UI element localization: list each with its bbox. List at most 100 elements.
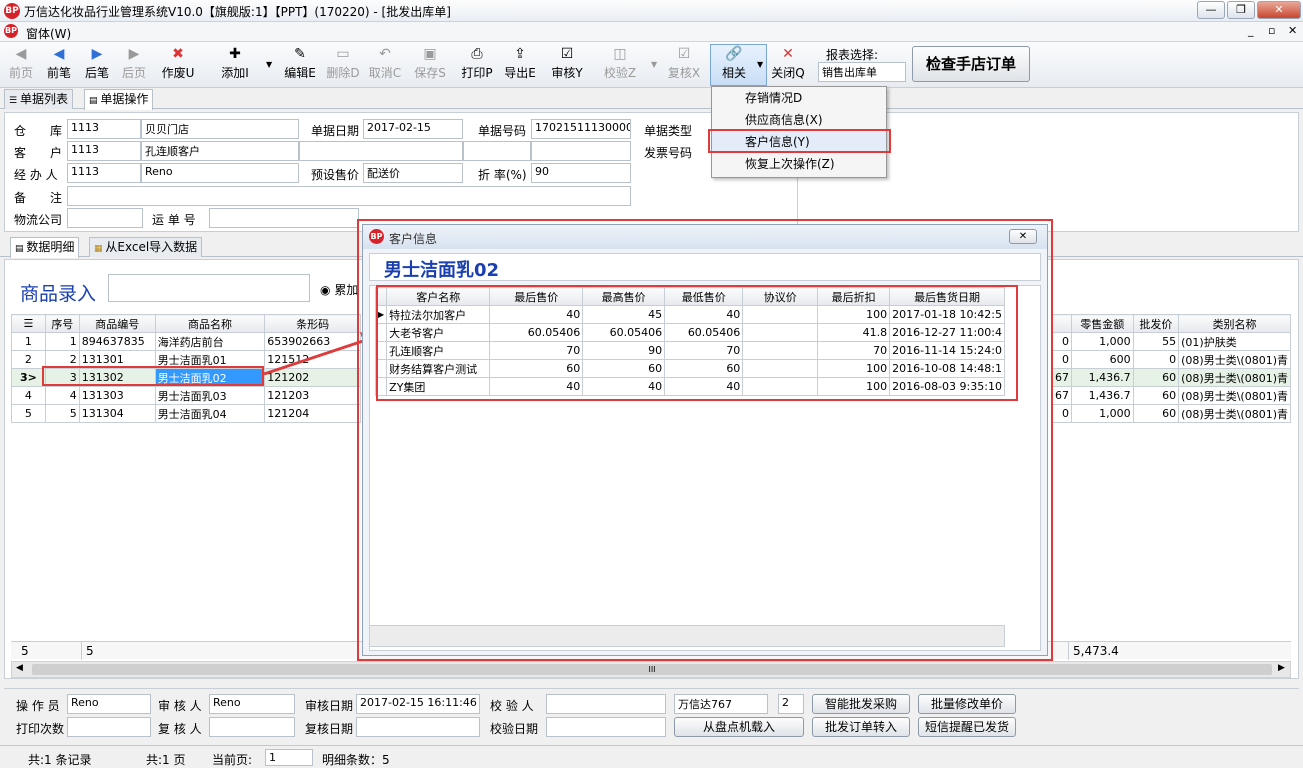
grid-header-wholesale[interactable]: 批发价 [1132, 314, 1180, 333]
cell-category[interactable]: (08)男士类\(0801)青 [1178, 350, 1291, 369]
related-dropdown-arrow-icon[interactable]: ▼ [757, 60, 763, 69]
cell-wholesale[interactable]: 55 [1132, 332, 1180, 351]
table-row[interactable]: 0 1,000 60 (08)男士类\(0801)青 [1052, 404, 1291, 423]
agent-name[interactable]: Reno [141, 163, 299, 183]
cell-seq[interactable]: 1 [44, 332, 80, 351]
customer-extra-3[interactable] [531, 141, 631, 161]
cell-marker[interactable]: 2 [11, 350, 46, 369]
checker-input[interactable] [546, 694, 666, 714]
table-row[interactable]: 67 1,436.7 60 (08)男士类\(0801)青 [1052, 368, 1291, 387]
cell-wholesale[interactable]: 60 [1132, 368, 1180, 387]
next-record-button[interactable]: ▶ 后笔 [80, 44, 114, 86]
company-input[interactable]: 万信达767 [674, 694, 768, 714]
maximize-button[interactable]: ❐ [1227, 1, 1255, 19]
cell-category[interactable]: (08)男士类\(0801)青 [1178, 404, 1291, 423]
table-row[interactable]: 0 600 0 (08)男士类\(0801)青 [1052, 350, 1291, 369]
grid-header-seq[interactable]: 序号 [44, 314, 80, 333]
cell-a[interactable]: 0 [1052, 404, 1072, 423]
cell-code[interactable]: 894637835 [78, 332, 156, 351]
cell-retail[interactable]: 600 [1071, 350, 1134, 369]
cell-marker[interactable]: 5 [11, 404, 46, 423]
cell-barcode[interactable]: 121203 [264, 386, 361, 405]
company-num-input[interactable]: 2 [778, 694, 804, 714]
table-row[interactable]: 0 1,000 55 (01)护肤类 [1052, 332, 1291, 351]
customer-extra-1[interactable] [299, 141, 463, 161]
audit-button[interactable]: ☑ 审核Y [548, 44, 586, 86]
auditor-input[interactable]: Reno [209, 694, 295, 714]
waybill-input[interactable] [209, 208, 359, 228]
cell-wholesale[interactable]: 0 [1132, 350, 1180, 369]
cell-category[interactable]: (08)男士类\(0801)青 [1178, 368, 1291, 387]
order-transfer-button[interactable]: 批发订单转入 [812, 717, 910, 737]
scroll-thumb[interactable]: III [32, 664, 1272, 675]
table-row[interactable]: 67 1,436.7 60 (08)男士类\(0801)青 [1052, 386, 1291, 405]
warehouse-code[interactable]: 1113 [67, 119, 141, 139]
cell-category[interactable]: (08)男士类\(0801)青 [1178, 386, 1291, 405]
cell-seq[interactable]: 5 [44, 404, 80, 423]
cell-a[interactable]: 67 [1052, 386, 1072, 405]
current-page-input[interactable]: 1 [265, 749, 313, 766]
customer-code[interactable]: 1113 [67, 141, 141, 161]
logistics-input[interactable] [67, 208, 143, 228]
grid-header-category[interactable]: 类别名称 [1178, 314, 1291, 333]
cell-a[interactable]: 0 [1052, 332, 1072, 351]
child-close-button[interactable]: ✕ [1288, 24, 1297, 37]
reviewer-input[interactable] [209, 717, 295, 737]
menu-item-restore-last[interactable]: 恢复上次操作(Z) [712, 153, 886, 175]
cell-wholesale[interactable]: 60 [1132, 404, 1180, 423]
child-restore-button[interactable]: ▫ [1268, 24, 1275, 37]
cell-name[interactable]: 男士洁面乳03 [154, 386, 266, 405]
review-date-input[interactable] [356, 717, 480, 737]
cell-marker[interactable]: 3> [11, 368, 46, 387]
edit-button[interactable]: ✎ 编辑E [281, 44, 319, 86]
tab-document-operation[interactable]: ▤ 单据操作 [84, 89, 154, 110]
cell-barcode[interactable]: 121204 [264, 404, 361, 423]
agent-code[interactable]: 1113 [67, 163, 141, 183]
cell-code[interactable]: 131303 [78, 386, 156, 405]
cell-retail[interactable]: 1,000 [1071, 404, 1134, 423]
cell-retail[interactable]: 1,000 [1071, 332, 1134, 351]
close-button[interactable]: ✕ 关闭Q [770, 44, 806, 86]
void-button[interactable]: ✖ 作废U [158, 44, 198, 86]
cell-name[interactable]: 海洋药店前台 [154, 332, 266, 351]
report-select[interactable]: 销售出库单 [818, 62, 906, 82]
cell-marker[interactable]: 4 [11, 386, 46, 405]
doc-no-input[interactable]: 1702151113000000 [531, 119, 631, 139]
cell-retail[interactable]: 1,436.7 [1071, 386, 1134, 405]
warehouse-name[interactable]: 贝贝门店 [141, 119, 299, 139]
cell-name[interactable]: 男士洁面乳04 [154, 404, 266, 423]
batch-price-button[interactable]: 批量修改单价 [918, 694, 1016, 714]
grid-header-retail[interactable]: 零售金额 [1071, 314, 1134, 333]
prev-record-button[interactable]: ◀ 前笔 [42, 44, 76, 86]
check-date-input[interactable] [546, 717, 666, 737]
table-row[interactable]: 4 4 131303 男士洁面乳03 121203 [11, 386, 361, 405]
cell-a[interactable]: 0 [1052, 350, 1072, 369]
cell-category[interactable]: (01)护肤类 [1178, 332, 1291, 351]
cell-marker[interactable]: 1 [11, 332, 46, 351]
menu-item-supplier-info[interactable]: 供应商信息(X) [712, 109, 886, 131]
cell-a[interactable]: 67 [1052, 368, 1072, 387]
check-store-order-button[interactable]: 检查手店订单 [912, 46, 1030, 82]
cell-code[interactable]: 131304 [78, 404, 156, 423]
child-minimize-button[interactable]: _ [1248, 24, 1254, 37]
horizontal-scrollbar[interactable]: ◀ III ▶ [11, 661, 1291, 678]
menu-item-stock-sales[interactable]: 存销情况D [712, 87, 886, 109]
operator-input[interactable]: Reno [67, 694, 151, 714]
grid-header-name[interactable]: 商品名称 [154, 314, 266, 333]
print-button[interactable]: ⎙ 打印P [459, 44, 495, 86]
print-count-input[interactable] [67, 717, 151, 737]
date-input[interactable]: 2017-02-15 [363, 119, 463, 139]
add-button[interactable]: ✚ 添加I [214, 44, 256, 86]
add-dropdown-arrow-icon[interactable]: ▼ [266, 60, 272, 69]
discount-input[interactable]: 90 [531, 163, 631, 183]
cell-retail[interactable]: 1,436.7 [1071, 368, 1134, 387]
scroll-left-icon[interactable]: ◀ [16, 663, 23, 673]
product-entry-input[interactable] [108, 274, 310, 302]
customer-name[interactable]: 孔连顺客户 [141, 141, 299, 161]
export-button[interactable]: ⇪ 导出E [501, 44, 539, 86]
load-from-scanner-button[interactable]: 从盘点机载入 [674, 717, 804, 737]
grid-header-code[interactable]: 商品编号 [78, 314, 156, 333]
minimize-button[interactable]: — [1197, 1, 1225, 19]
tab-excel-import[interactable]: ▦ 从Excel导入数据 [89, 237, 203, 257]
preset-price-select[interactable]: 配送价 [363, 163, 463, 183]
